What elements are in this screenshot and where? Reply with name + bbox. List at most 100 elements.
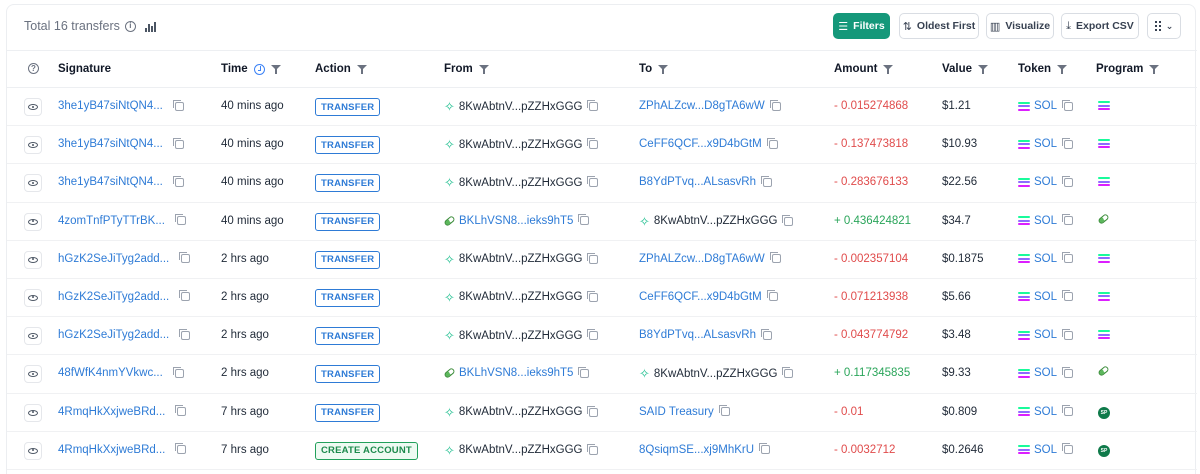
copy-icon[interactable]: [760, 175, 772, 187]
copy-icon[interactable]: [172, 366, 184, 378]
signature-link[interactable]: 48fWfK4nmYVkwc...: [58, 367, 163, 379]
copy-icon[interactable]: [587, 138, 599, 150]
copy-icon[interactable]: [769, 252, 781, 264]
signature-link[interactable]: 4RmqHkXxjweBRd...: [58, 406, 165, 418]
from-address[interactable]: 8KwAbtnV...pZZHxGGG: [459, 330, 583, 342]
signature-link[interactable]: hGzK2SeJiTyg2add...: [58, 329, 169, 341]
from-address[interactable]: 8KwAbtnV...pZZHxGGG: [459, 253, 583, 265]
table-row[interactable]: 48fWfK4nmYVkwc... 2 hrs ago TRANSFER BKLhVS…: [7, 355, 1197, 394]
view-details-button[interactable]: [24, 441, 42, 460]
copy-icon[interactable]: [587, 176, 599, 188]
view-details-button[interactable]: [24, 288, 42, 307]
copy-icon[interactable]: [174, 214, 186, 226]
view-details-button[interactable]: [24, 403, 42, 422]
table-row[interactable]: 3he1yB47siNtQN4... 40 mins ago TRANSFER ✧ 8K…: [7, 126, 1197, 165]
copy-icon[interactable]: [1062, 405, 1074, 416]
copy-icon[interactable]: [718, 405, 730, 416]
program-cell[interactable]: [1098, 291, 1110, 301]
filters-button[interactable]: ☰ Filters: [833, 13, 890, 39]
help-icon[interactable]: ?: [28, 63, 39, 74]
clock-icon[interactable]: [253, 63, 265, 75]
copy-icon[interactable]: [760, 328, 772, 340]
copy-icon[interactable]: [782, 367, 794, 379]
to-address[interactable]: 8QsiqmSE...xj9MhKrU: [639, 444, 754, 456]
token-link[interactable]: SOL: [1034, 100, 1057, 112]
copy-icon[interactable]: [1062, 252, 1074, 264]
filter-icon[interactable]: [478, 64, 489, 74]
copy-icon[interactable]: [759, 443, 771, 455]
copy-icon[interactable]: [172, 175, 184, 187]
copy-icon[interactable]: [179, 290, 191, 302]
copy-icon[interactable]: [1062, 214, 1074, 226]
column-menu-button[interactable]: ⌄: [1147, 13, 1181, 39]
view-details-button[interactable]: [24, 327, 42, 346]
copy-icon[interactable]: [578, 366, 590, 378]
from-address[interactable]: 8KwAbtnV...pZZHxGGG: [459, 406, 583, 418]
token-link[interactable]: SOL: [1034, 215, 1057, 227]
table-row[interactable]: hGzK2SeJiTyg2add... 2 hrs ago TRANSFER ✧ 8Kw…: [7, 279, 1197, 318]
to-address[interactable]: CeFF6QCF...x9D4bGtM: [639, 138, 762, 150]
token-link[interactable]: SOL: [1034, 176, 1057, 188]
table-row[interactable]: hGzK2SeJiTyg2add... 2 hrs ago TRANSFER ✧ 8Kw…: [7, 317, 1197, 356]
signature-link[interactable]: 3he1yB47siNtQN4...: [58, 176, 163, 188]
table-row[interactable]: 3he1yB47siNtQN4... 40 mins ago TRANSFER ✧ 8K…: [7, 88, 1197, 127]
copy-icon[interactable]: [1062, 366, 1074, 378]
copy-icon[interactable]: [782, 214, 794, 226]
export-csv-button[interactable]: ⤓ Export CSV: [1061, 13, 1139, 39]
copy-icon[interactable]: [766, 137, 778, 149]
filter-icon[interactable]: [1057, 64, 1068, 74]
filter-icon[interactable]: [883, 64, 894, 74]
from-address[interactable]: 8KwAbtnV...pZZHxGGG: [459, 444, 583, 456]
program-cell[interactable]: [1098, 177, 1110, 187]
copy-icon[interactable]: [587, 290, 599, 302]
program-cell[interactable]: [1097, 212, 1110, 225]
signature-link[interactable]: hGzK2SeJiTyg2add...: [58, 291, 169, 303]
program-cell[interactable]: [1098, 253, 1110, 263]
visualize-button[interactable]: ▥ Visualize: [986, 13, 1054, 39]
view-details-button[interactable]: [24, 250, 42, 269]
copy-icon[interactable]: [578, 214, 590, 226]
chart-toggle-icon[interactable]: [144, 20, 159, 32]
filter-icon[interactable]: [658, 64, 669, 74]
table-row[interactable]: 3he1yB47siNtQN4... 40 mins ago TRANSFER ✧ 8K…: [7, 164, 1197, 203]
filter-icon[interactable]: [356, 64, 367, 74]
view-details-button[interactable]: [24, 98, 42, 116]
to-address[interactable]: B8YdPTvq...ALsasvRh: [639, 329, 756, 341]
copy-icon[interactable]: [1062, 443, 1074, 455]
filter-icon[interactable]: [978, 64, 989, 74]
copy-icon[interactable]: [766, 290, 778, 302]
program-cell[interactable]: [1098, 101, 1110, 110]
copy-icon[interactable]: [587, 252, 599, 264]
signature-link[interactable]: 3he1yB47siNtQN4...: [58, 138, 163, 150]
token-link[interactable]: SOL: [1034, 329, 1057, 341]
copy-icon[interactable]: [587, 443, 599, 455]
copy-icon[interactable]: [1062, 99, 1074, 111]
to-address[interactable]: 8KwAbtnV...pZZHxGGG: [654, 368, 778, 380]
signature-link[interactable]: hGzK2SeJiTyg2add...: [58, 253, 169, 265]
token-link[interactable]: SOL: [1034, 291, 1057, 303]
table-row[interactable]: hGzK2SeJiTyg2add... 2 hrs ago TRANSFER ✧ 8Kw…: [7, 241, 1197, 279]
copy-icon[interactable]: [179, 252, 191, 264]
program-cell[interactable]: SP: [1098, 444, 1110, 457]
view-details-button[interactable]: [24, 174, 42, 193]
program-cell[interactable]: [1098, 330, 1110, 340]
copy-icon[interactable]: [179, 328, 191, 340]
table-row[interactable]: 4RmqHkXxjweBRd... 7 hrs ago CREATE ACCOUNT…: [7, 432, 1197, 470]
copy-icon[interactable]: [587, 329, 599, 341]
info-icon[interactable]: i: [124, 20, 136, 32]
copy-icon[interactable]: [1062, 328, 1074, 340]
program-cell[interactable]: SP: [1098, 406, 1110, 419]
from-address[interactable]: BKLhVSN8...ieks9hT5: [459, 367, 573, 379]
view-details-button[interactable]: [24, 212, 42, 231]
from-address[interactable]: 8KwAbtnV...pZZHxGGG: [459, 291, 583, 303]
filter-icon[interactable]: [1149, 64, 1160, 74]
signature-link[interactable]: 4RmqHkXxjweBRd...: [58, 444, 165, 456]
token-link[interactable]: SOL: [1034, 406, 1057, 418]
copy-icon[interactable]: [1062, 290, 1074, 302]
from-address[interactable]: 8KwAbtnV...pZZHxGGG: [459, 101, 583, 113]
to-address[interactable]: 8KwAbtnV...pZZHxGGG: [654, 215, 778, 227]
token-link[interactable]: SOL: [1034, 367, 1057, 379]
token-link[interactable]: SOL: [1034, 138, 1057, 150]
copy-icon[interactable]: [587, 100, 599, 111]
from-address[interactable]: 8KwAbtnV...pZZHxGGG: [459, 177, 583, 189]
